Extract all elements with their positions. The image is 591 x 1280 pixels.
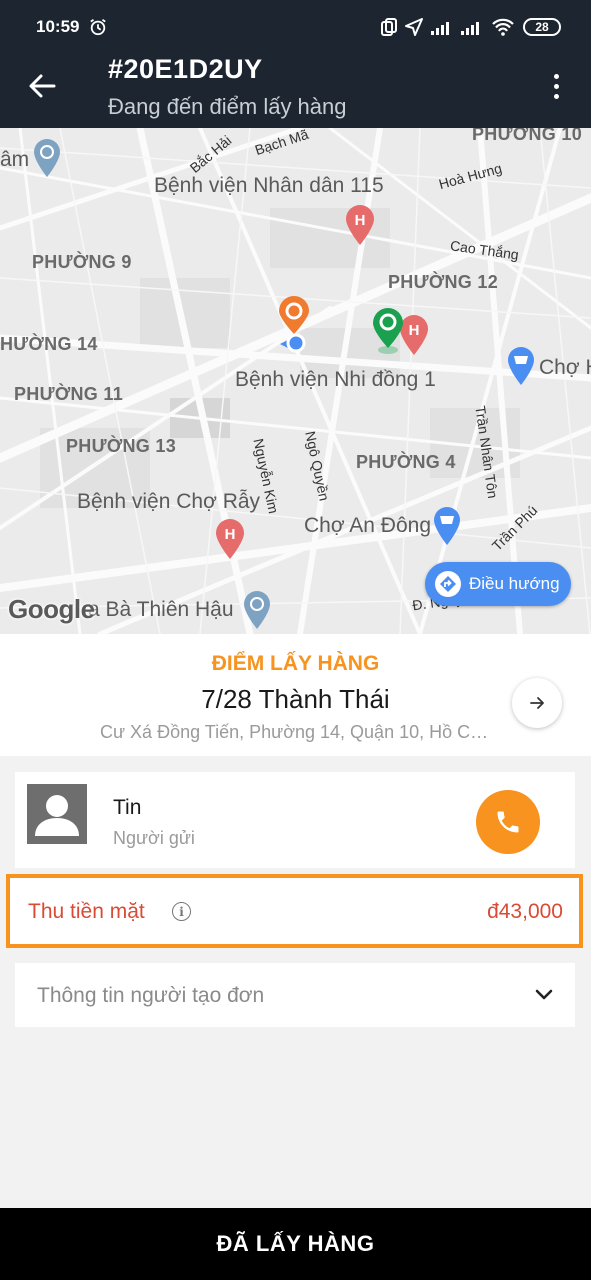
cash-collection-row: Thu tiền mặt i đ43,000 [6, 874, 583, 948]
nfc-icon [381, 18, 397, 36]
pickup-pin-icon [373, 308, 403, 354]
app-header: 10:59 28 #20E1D2UY Đang đến điểm lấy hàn… [0, 0, 591, 128]
shopping-pin-icon [434, 507, 460, 545]
google-logo: Google [8, 594, 95, 624]
svg-text:H: H [409, 322, 420, 339]
phone-icon [497, 811, 519, 833]
pickup-detail-button[interactable] [512, 678, 562, 728]
wifi-icon [492, 18, 514, 36]
svg-text:H: H [225, 526, 236, 543]
info-icon[interactable]: i [172, 902, 191, 921]
picked-up-button[interactable]: ĐÃ LẤY HÀNG [0, 1208, 591, 1280]
sender-role: Người gửi [113, 828, 195, 848]
call-button[interactable] [476, 790, 540, 854]
signal-icon-2 [461, 22, 479, 35]
temple-pin-icon [34, 139, 60, 177]
map-poi-label: Bệnh viện Nhi đồng 1 [235, 368, 436, 391]
alarm-icon [90, 19, 107, 36]
back-button[interactable] [24, 68, 60, 104]
battery-indicator: 28 [523, 18, 561, 36]
map-view[interactable]: PHƯỜNG 10 PHƯỜNG 9 PHƯỜNG 12 HƯỜNG 14 PH… [0, 128, 591, 634]
status-time: 10:59 [36, 17, 80, 36]
map-poi-label: Bệnh viện Chợ Rẫy [77, 490, 261, 513]
pickup-address-detail: Cư Xá Đồng Tiến, Phường 14, Quận 10, Hồ … [100, 722, 490, 742]
temple-pin-icon [244, 591, 270, 629]
hospital-pin-icon: H [216, 519, 244, 559]
sender-name: Tin [113, 796, 142, 819]
cash-label: Thu tiền mặt [28, 900, 145, 923]
map-label: PHƯỜNG 9 [32, 252, 132, 272]
status-bar: 10:59 28 [36, 14, 561, 40]
chevron-down-icon [535, 989, 553, 1000]
directions-icon [435, 571, 461, 597]
pickup-address: 7/28 Thành Thái [201, 684, 390, 714]
order-code: #20E1D2UY [108, 54, 263, 84]
map-label: PHƯỜNG 4 [356, 452, 456, 472]
map-poi-label: Bệnh viện Nhân dân 115 [154, 174, 384, 197]
hospital-pin-icon: H [346, 205, 374, 245]
map-poi-label: Chợ H [539, 356, 591, 379]
map-poi-label: âm [0, 148, 30, 171]
pickup-label: ĐIỂM LẤY HÀNG [211, 652, 380, 675]
cash-amount: đ43,000 [487, 900, 563, 923]
navigation-label: Điều hướng [469, 574, 560, 593]
arrow-right-icon [530, 697, 544, 709]
map-label: PHƯỜNG 13 [66, 436, 177, 456]
more-options-button[interactable] [541, 70, 571, 102]
order-status: Đang đến điểm lấy hàng [108, 94, 347, 119]
pickup-card: ĐIỂM LẤY HÀNG 7/28 Thành Thái Cư Xá Đồng… [0, 634, 591, 756]
map-label: HƯỜNG 14 [0, 334, 98, 354]
map-label: PHƯỜNG 12 [388, 272, 499, 292]
map-label: PHƯỜNG 11 [14, 384, 124, 404]
svg-text:H: H [355, 212, 366, 229]
signal-icon [431, 22, 449, 35]
shopping-pin-icon [508, 347, 534, 385]
map-label: PHƯỜNG 10 [472, 128, 583, 144]
creator-info-label: Thông tin người tạo đơn [37, 984, 265, 1007]
arrow-left-icon [29, 74, 56, 98]
location-arrow-icon [405, 18, 423, 36]
avatar [27, 784, 87, 844]
creator-info-row[interactable]: Thông tin người tạo đơn [15, 963, 575, 1027]
driver-location-icon [279, 296, 309, 353]
sender-card: Tin Người gửi [15, 772, 575, 868]
user-placeholder-icon [35, 795, 79, 836]
map-poi-label: a Bà Thiên Hậu [88, 598, 234, 621]
navigation-button[interactable]: Điều hướng [425, 562, 571, 606]
map-poi-label: Chợ An Đông [304, 514, 432, 537]
